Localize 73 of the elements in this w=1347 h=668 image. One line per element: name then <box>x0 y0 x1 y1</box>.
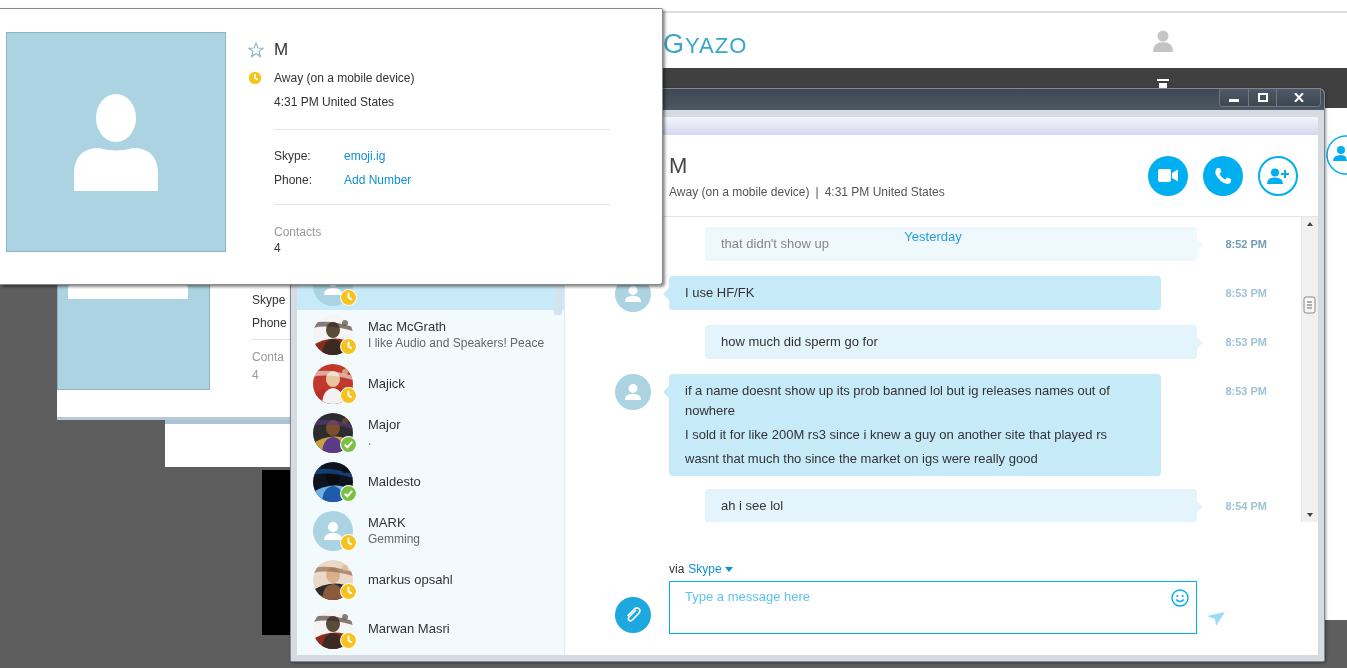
contacts-label: Conta <box>252 349 286 366</box>
attach-button[interactable] <box>615 597 651 633</box>
message-text: that didn't show up <box>721 235 829 253</box>
contact-item[interactable]: markus opsahl <box>297 555 564 604</box>
contacts-count: 4 <box>274 241 282 255</box>
maximize-icon <box>1257 93 1268 102</box>
gyazo-logo: GYAZO <box>663 29 748 60</box>
contacts-count: 4 <box>252 367 260 384</box>
service-dropdown[interactable]: Skype <box>688 562 733 576</box>
close-button[interactable] <box>1276 89 1320 106</box>
message-time: 8:53 PM <box>1224 286 1267 301</box>
message-text: ah i see lol <box>721 497 784 515</box>
add-person-icon <box>1267 167 1289 184</box>
local-time: 4:31 PM United States <box>274 95 396 109</box>
field-link[interactable]: Add Number <box>344 168 412 192</box>
video-call-button[interactable] <box>1148 155 1188 196</box>
contact-name: Marwan Masri <box>368 620 450 637</box>
field-label: Phone: <box>274 172 314 189</box>
star-icon[interactable] <box>248 42 264 58</box>
contact-item[interactable]: Maldesto <box>297 457 564 506</box>
caret-icon <box>724 566 733 572</box>
separator: | <box>815 184 819 199</box>
send-icon[interactable] <box>1207 612 1225 626</box>
scrollbar-thumb[interactable] <box>554 285 562 315</box>
message-time: 8:52 PM <box>1224 237 1267 252</box>
paperclip-icon <box>624 606 642 624</box>
contact-name: Majick <box>368 375 405 392</box>
message-time: 8:54 PM <box>1224 499 1267 514</box>
profile-name: M <box>274 40 289 60</box>
contact-name: M <box>669 152 689 179</box>
minimize-button[interactable] <box>1220 89 1248 106</box>
contact-mood: . <box>368 432 373 450</box>
status-text: Away (on a mobile device) <box>669 184 810 199</box>
contact-name: Mac McGrath <box>368 317 447 335</box>
default-avatar-icon <box>615 374 651 410</box>
field-link[interactable]: emoji.ig <box>344 144 386 168</box>
message-input[interactable]: Type a message here <box>669 581 1197 634</box>
contact-name: Maldesto <box>368 473 421 490</box>
scrollbar[interactable] <box>1301 217 1318 522</box>
contact-item[interactable]: MARK Gemming <box>297 506 564 555</box>
contact-name: markus opsahl <box>368 571 453 588</box>
via-label: via <box>669 562 685 576</box>
contact-item[interactable]: Mac McGrath I like Audio and Speakers! Peace <box>297 310 564 359</box>
field-label: Phone <box>252 315 288 332</box>
field-label: Skype: <box>274 148 312 165</box>
contact-name: MARK <box>368 513 407 531</box>
phone-icon <box>1214 166 1232 185</box>
contact-item[interactable]: Majick <box>297 359 564 408</box>
contact-mood: Gemming <box>368 530 420 548</box>
user-icon[interactable] <box>1153 30 1173 52</box>
message-text: I use HF/FK <box>685 284 755 302</box>
message-text: I sold it for like 200M rs3 since i knew a guy on another site that played rs <box>685 426 1107 444</box>
day-label: Yesterday <box>904 229 962 244</box>
message-text: how much did sperm go for <box>721 333 878 351</box>
contact-item[interactable]: Major . <box>297 408 564 457</box>
contact-name: Major <box>368 415 401 433</box>
contact-item[interactable]: Marwan Masri <box>297 604 564 653</box>
status-text: Away (on a mobile device) <box>274 71 415 85</box>
message-text: if a name doesnt show up its prob banned lol but ig releases names out of nowhere <box>685 382 1111 420</box>
close-icon <box>1293 93 1304 102</box>
trash-icon[interactable] <box>1157 78 1169 88</box>
smiley-icon[interactable] <box>1171 589 1189 607</box>
local-time: 4:31 PM United States <box>824 184 945 199</box>
contact-mood: I like Audio and Speakers! Peace <box>368 334 545 352</box>
contacts-label: Contacts <box>274 225 323 239</box>
message-time: 8:53 PM <box>1224 335 1267 350</box>
message-text: wasnt that much tho since the market on igs were really good <box>685 450 1038 468</box>
field-label: Skype <box>252 292 287 309</box>
add-contact-button[interactable] <box>1258 155 1298 196</box>
maximize-button[interactable] <box>1248 89 1276 106</box>
call-button[interactable] <box>1203 155 1243 196</box>
video-camera-icon <box>1158 169 1178 182</box>
message-time: 8:53 PM <box>1224 384 1267 399</box>
